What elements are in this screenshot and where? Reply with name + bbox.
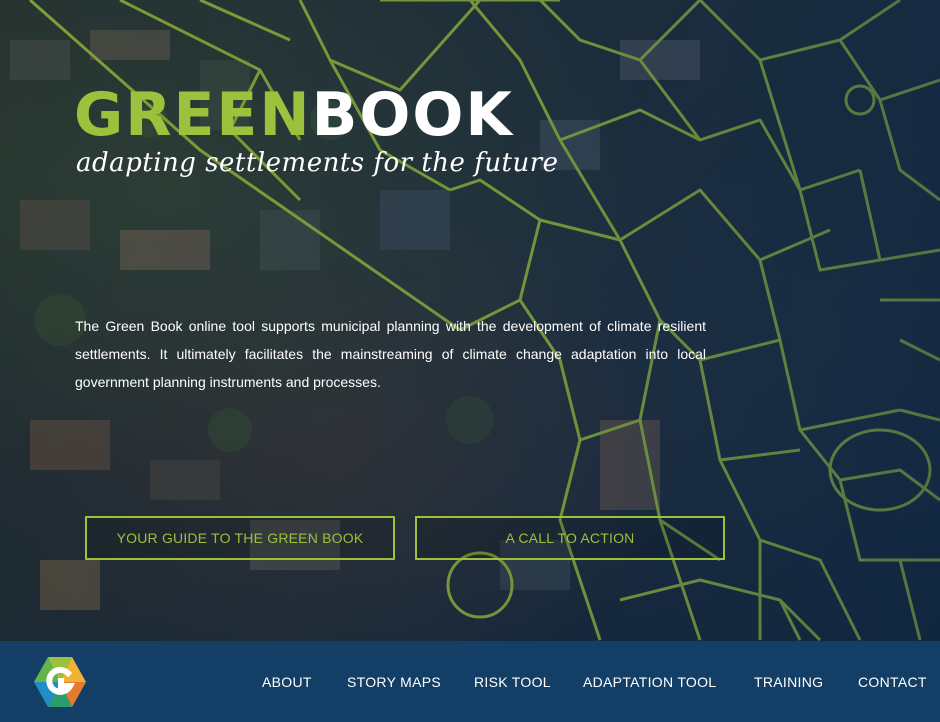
site-title: GREENBOOK [74, 80, 514, 150]
intro-paragraph: The Green Book online tool supports muni… [75, 318, 706, 390]
nav-item-contact[interactable]: CONTACT [858, 641, 927, 722]
nav-item-about-label: ABOUT [262, 673, 312, 690]
nav-item-adaptation-tool[interactable]: ADAPTATION TOOL [583, 641, 716, 722]
call-to-action-button[interactable]: A CALL TO ACTION [415, 516, 725, 560]
site-tagline: adapting settlements for the future [76, 148, 559, 178]
nav-item-adaptation-tool-label: ADAPTATION TOOL [583, 673, 717, 690]
nav-item-training[interactable]: TRAINING [754, 641, 823, 722]
nav-item-contact-label: CONTACT [858, 673, 927, 690]
guide-to-green-book-button[interactable]: YOUR GUIDE TO THE GREEN BOOK [85, 516, 395, 560]
nav-item-about[interactable]: ABOUT [262, 641, 312, 722]
nav-item-training-label: TRAINING [754, 673, 824, 690]
nav-item-story-maps-label: STORY MAPS [347, 673, 442, 690]
site-title-green: GREEN [74, 80, 312, 150]
greenbook-hexagon-logo-icon[interactable] [32, 655, 88, 709]
nav-item-risk-tool[interactable]: RISK TOOL [474, 641, 551, 722]
site-title-white: BOOK [311, 80, 514, 150]
nav-item-story-maps[interactable]: STORY MAPS [347, 641, 441, 722]
nav-item-risk-tool-label: RISK TOOL [474, 673, 551, 690]
